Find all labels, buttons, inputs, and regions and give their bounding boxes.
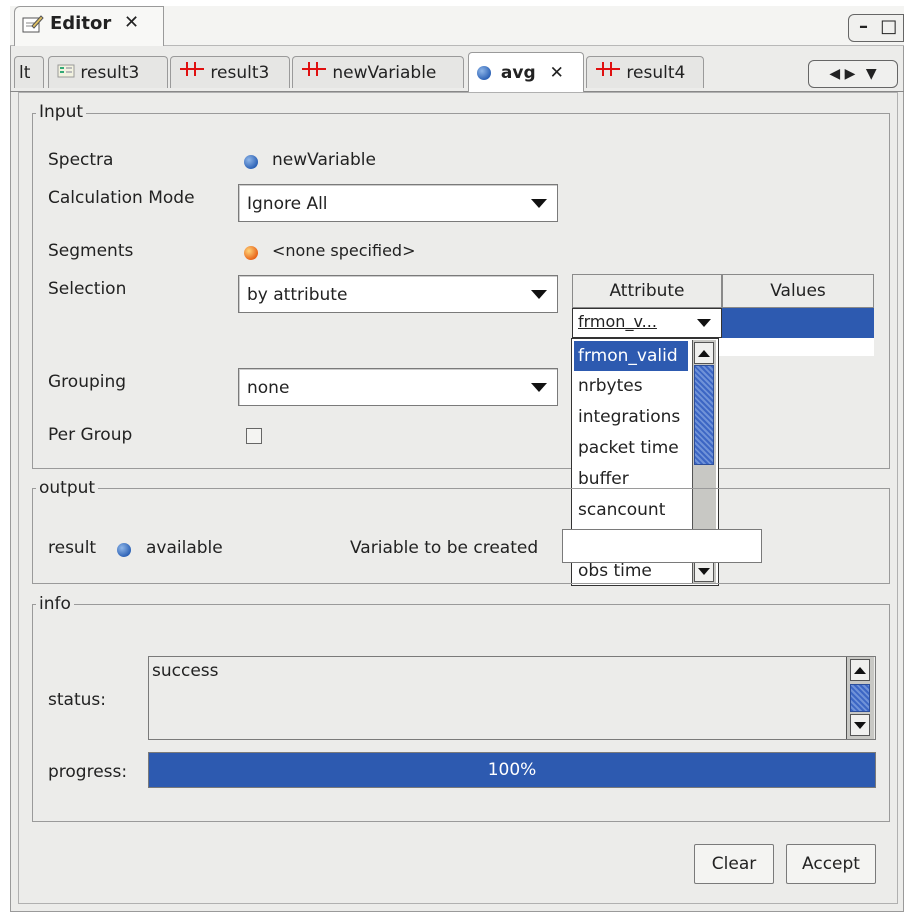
chevron-down-icon — [531, 383, 547, 392]
subtab-label: result3 — [210, 63, 270, 83]
progress-label: progress: — [48, 762, 128, 782]
status-text: success — [152, 661, 219, 681]
variable-name-input[interactable] — [562, 529, 762, 563]
scroll-right-icon[interactable]: ▶ — [845, 66, 856, 82]
subtab-close-icon[interactable]: ✕ — [550, 63, 564, 83]
list-item[interactable]: packet time — [574, 433, 688, 463]
subtab-label: result4 — [626, 63, 686, 83]
spectrum-icon — [595, 57, 621, 89]
calc-mode-value: Ignore All — [247, 194, 328, 214]
chevron-down-icon — [697, 319, 711, 327]
spectrum-icon — [301, 57, 327, 89]
per-group-label: Per Group — [48, 425, 133, 445]
calc-mode-label: Calculation Mode — [48, 188, 195, 208]
clear-button[interactable]: Clear — [694, 844, 774, 884]
table-icon — [57, 57, 75, 89]
status-label: status: — [48, 690, 106, 710]
window-controls: – □ — [848, 14, 904, 42]
per-group-checkbox[interactable] — [246, 428, 262, 444]
scrollbar-thumb[interactable] — [850, 684, 870, 712]
subtab-lt[interactable]: lt — [14, 56, 44, 88]
maximize-icon[interactable]: □ — [880, 16, 897, 37]
grouping-label: Grouping — [48, 372, 127, 392]
output-legend: output — [36, 478, 99, 498]
variable-label: Variable to be created — [350, 538, 539, 558]
chevron-down-icon — [531, 290, 547, 299]
variable-dot-icon — [477, 66, 491, 80]
spectra-value: newVariable — [272, 150, 376, 170]
progress-text: 100% — [487, 760, 537, 780]
result-label: result — [48, 538, 97, 558]
subtab-result3-a[interactable]: result3 — [48, 56, 168, 88]
accept-button[interactable]: Accept — [786, 844, 876, 884]
input-legend: Input — [36, 102, 87, 122]
attribute-cell-editor[interactable]: frmon_v... — [572, 308, 722, 338]
calc-mode-select[interactable]: Ignore All — [238, 184, 558, 222]
subtab-result3-b[interactable]: result3 — [170, 56, 290, 88]
selection-label: Selection — [48, 279, 127, 299]
spectra-dot-icon — [244, 152, 258, 172]
list-item[interactable]: nrbytes — [574, 371, 688, 401]
spectrum-icon — [179, 57, 205, 89]
scrollbar-thumb[interactable] — [694, 365, 714, 465]
subtab-result4[interactable]: result4 — [586, 56, 704, 88]
tab-nav: ◀ ▶ ▼ — [808, 60, 898, 88]
segments-dot-icon — [244, 243, 258, 263]
progress-bar: 100% — [148, 752, 876, 788]
subtab-label: lt — [19, 63, 31, 83]
tab-menu-icon[interactable]: ▼ — [866, 66, 877, 82]
scroll-up-icon[interactable] — [850, 659, 870, 681]
values-column-header[interactable]: Values — [722, 274, 874, 308]
info-legend: info — [36, 594, 74, 614]
selection-value: by attribute — [247, 285, 348, 305]
scroll-up-icon[interactable] — [694, 342, 714, 364]
subtab-label: newVariable — [332, 63, 437, 83]
editor-tab-close-icon[interactable]: ✕ — [124, 12, 139, 33]
result-dot-icon — [117, 540, 131, 560]
subtab-label: result3 — [80, 63, 140, 83]
subtab-avg[interactable]: avg ✕ — [468, 52, 584, 92]
grouping-select[interactable]: none — [238, 368, 558, 406]
grouping-value: none — [247, 378, 290, 398]
result-status: available — [146, 538, 223, 558]
segments-label: Segments — [48, 241, 134, 261]
chevron-down-icon — [531, 199, 547, 208]
selection-select[interactable]: by attribute — [238, 275, 558, 313]
scroll-left-icon[interactable]: ◀ — [829, 66, 840, 82]
editor-icon — [22, 14, 44, 39]
status-text-area[interactable]: success — [148, 656, 876, 740]
attribute-cell-value: frmon_v... — [578, 312, 657, 331]
list-item[interactable]: frmon_valid — [574, 341, 688, 371]
attribute-column-header[interactable]: Attribute — [572, 274, 722, 308]
editor-tab-title: Editor — [50, 13, 112, 34]
values-cell[interactable] — [722, 308, 874, 338]
subtab-label: avg — [500, 63, 536, 83]
segments-value: <none specified> — [272, 241, 416, 260]
subtab-newvariable[interactable]: newVariable — [292, 56, 464, 88]
scroll-down-icon[interactable] — [850, 714, 870, 736]
spectra-label: Spectra — [48, 150, 114, 170]
minimize-icon[interactable]: – — [859, 16, 868, 37]
list-item[interactable]: integrations — [574, 402, 688, 432]
